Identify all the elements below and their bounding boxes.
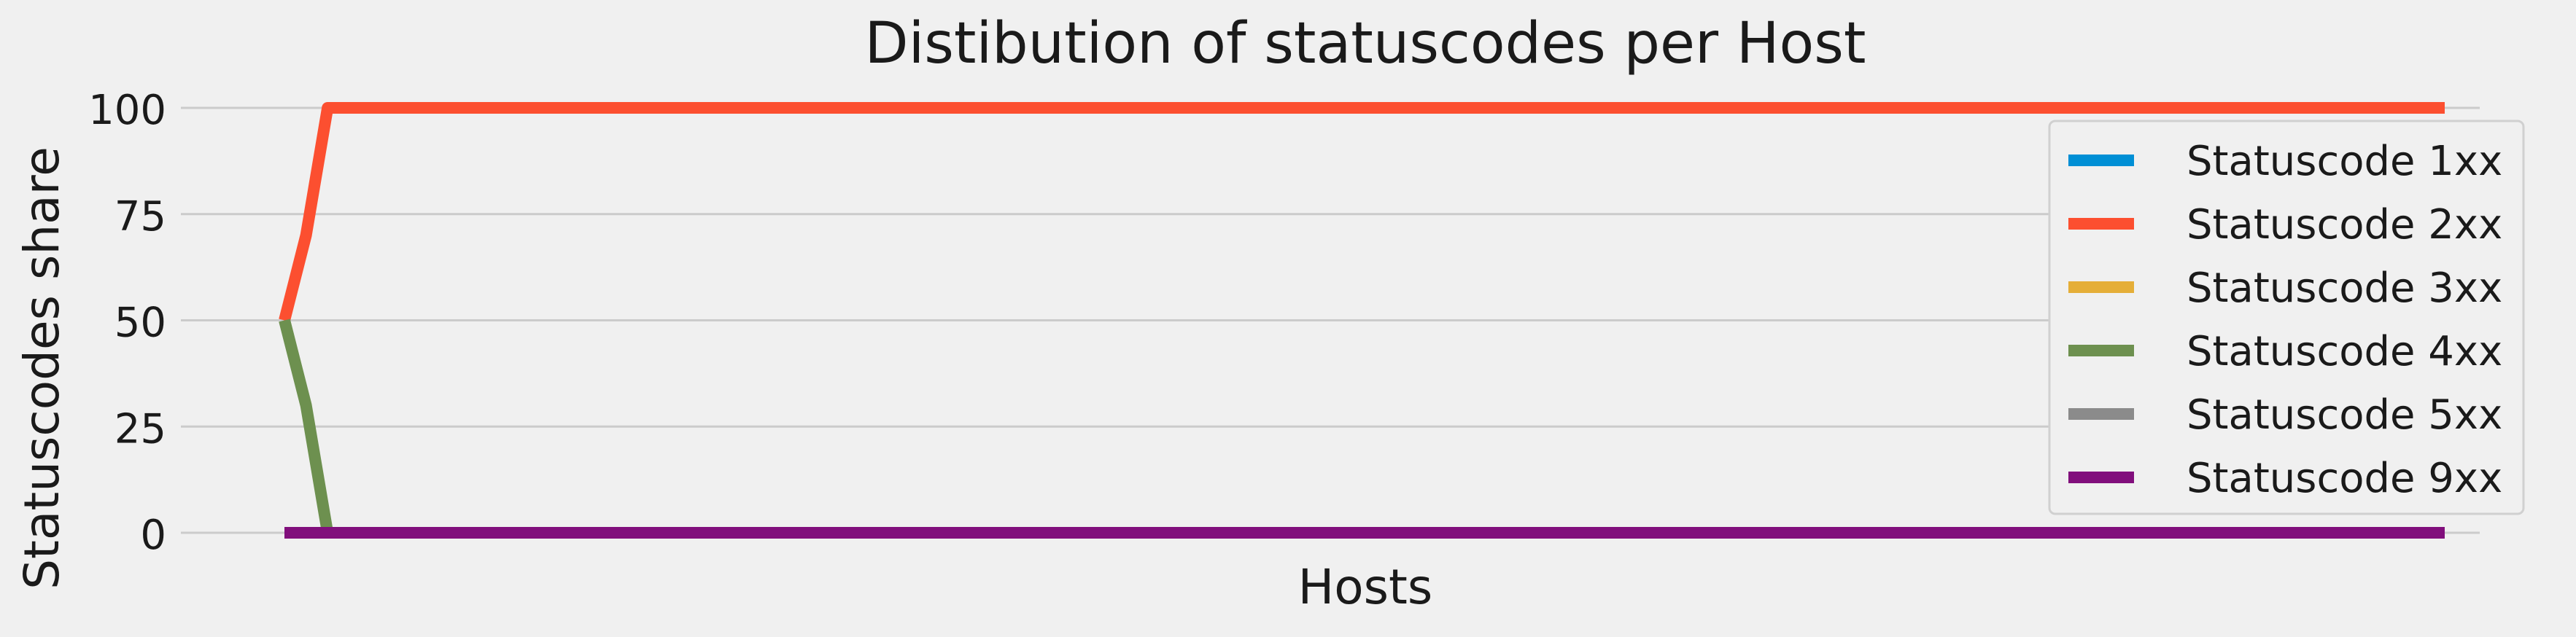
y-tick-label: 50 xyxy=(115,300,166,347)
legend: Statuscode 1xx Statuscode 2xx Statuscode 3… xyxy=(2048,120,2525,515)
line-chart: 0 25 50 75 100 Distibution of statuscodes pe… xyxy=(0,0,2576,637)
legend-label: Statuscode 9xx xyxy=(2187,455,2502,502)
legend-label: Statuscode 3xx xyxy=(2187,265,2502,312)
y-tick-label: 75 xyxy=(115,193,166,241)
y-tick-label: 0 xyxy=(140,512,166,559)
legend-label: Statuscode 1xx xyxy=(2187,138,2502,185)
y-tick-label: 25 xyxy=(115,405,166,453)
legend-label: Statuscode 5xx xyxy=(2187,391,2502,439)
legend-label: Statuscode 2xx xyxy=(2187,201,2502,249)
chart-title: Distibution of statuscodes per Host xyxy=(865,11,1866,77)
y-axis-label: Statuscodes share xyxy=(14,146,70,590)
y-tick-label: 100 xyxy=(88,87,166,134)
legend-label: Statuscode 4xx xyxy=(2187,328,2502,375)
x-axis-label: Hosts xyxy=(1298,559,1433,615)
